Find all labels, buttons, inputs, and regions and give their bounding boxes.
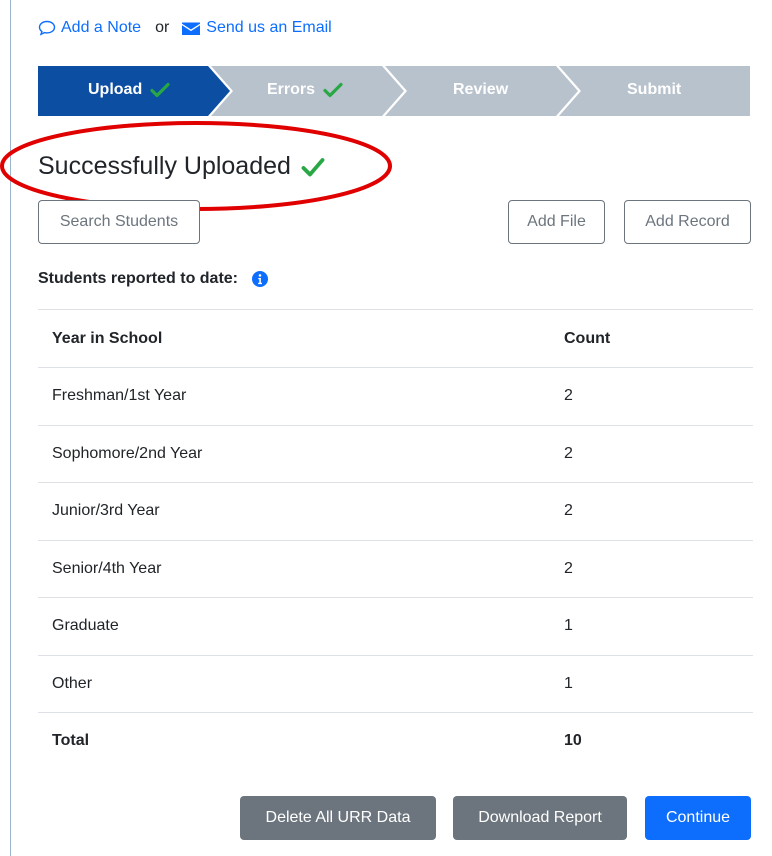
count-cell: 2 <box>564 502 573 520</box>
add-note-label: Add a Note <box>61 19 142 36</box>
continue-button[interactable]: Continue <box>645 796 751 840</box>
checkmark-icon <box>150 82 170 98</box>
table-row: Graduate 1 <box>38 597 753 655</box>
year-in-school-table: Year in School Count Freshman/1st Year 2… <box>38 309 753 770</box>
reported-label: Students reported to date: <box>38 270 239 287</box>
step-submit: Submit <box>627 81 681 99</box>
table-header-row: Year in School Count <box>38 309 753 367</box>
table-row: Freshman/1st Year 2 <box>38 367 753 425</box>
column-header-year: Year in School <box>52 329 163 347</box>
table-row: Senior/4th Year 2 <box>38 539 753 598</box>
download-report-button[interactable]: Download Report <box>453 796 627 840</box>
step-upload: Upload <box>88 81 170 99</box>
year-cell: Sophomore/2nd Year <box>52 444 203 462</box>
step-upload-label: Upload <box>88 81 143 98</box>
info-icon[interactable] <box>252 271 269 287</box>
step-errors: Errors <box>267 81 343 99</box>
add-note-link[interactable]: Add a Note <box>38 19 141 37</box>
add-record-button[interactable]: Add Record <box>624 200 751 244</box>
search-students-button[interactable]: Search Students <box>38 200 200 244</box>
step-review-label: Review <box>453 81 509 98</box>
or-text: or <box>155 19 170 36</box>
progress-stepper: Upload Errors Review Submit <box>38 66 750 116</box>
count-cell: 2 <box>564 444 573 462</box>
total-label: Total <box>52 732 90 750</box>
send-email-link[interactable]: Send us an Email <box>181 19 332 37</box>
total-count: 10 <box>564 732 582 750</box>
checkmark-icon <box>323 82 343 98</box>
reported-heading: Students reported to date: <box>38 270 269 288</box>
year-cell: Junior/3rd Year <box>52 502 160 520</box>
year-cell: Freshman/1st Year <box>52 387 187 405</box>
comment-icon <box>38 20 56 36</box>
table-row: Other 1 <box>38 654 753 713</box>
contact-links: Add a Note or Send us an Email <box>38 19 332 37</box>
step-submit-label: Submit <box>627 81 682 98</box>
table-row: Junior/3rd Year 2 <box>38 482 753 540</box>
count-cell: 2 <box>564 387 573 405</box>
delete-all-data-button[interactable]: Delete All URR Data <box>240 796 436 840</box>
count-cell: 1 <box>564 674 573 692</box>
table-row: Sophomore/2nd Year 2 <box>38 424 753 483</box>
send-email-label: Send us an Email <box>206 19 332 36</box>
step-review: Review <box>453 81 508 99</box>
column-header-count: Count <box>564 329 611 347</box>
year-cell: Other <box>52 674 93 692</box>
envelope-icon <box>182 22 201 35</box>
count-cell: 2 <box>564 559 573 577</box>
table-total-row: Total 10 <box>38 712 753 770</box>
step-errors-label: Errors <box>267 81 316 98</box>
year-cell: Senior/4th Year <box>52 559 162 577</box>
year-cell: Graduate <box>52 617 119 635</box>
count-cell: 1 <box>564 617 573 635</box>
add-file-button[interactable]: Add File <box>508 200 605 244</box>
